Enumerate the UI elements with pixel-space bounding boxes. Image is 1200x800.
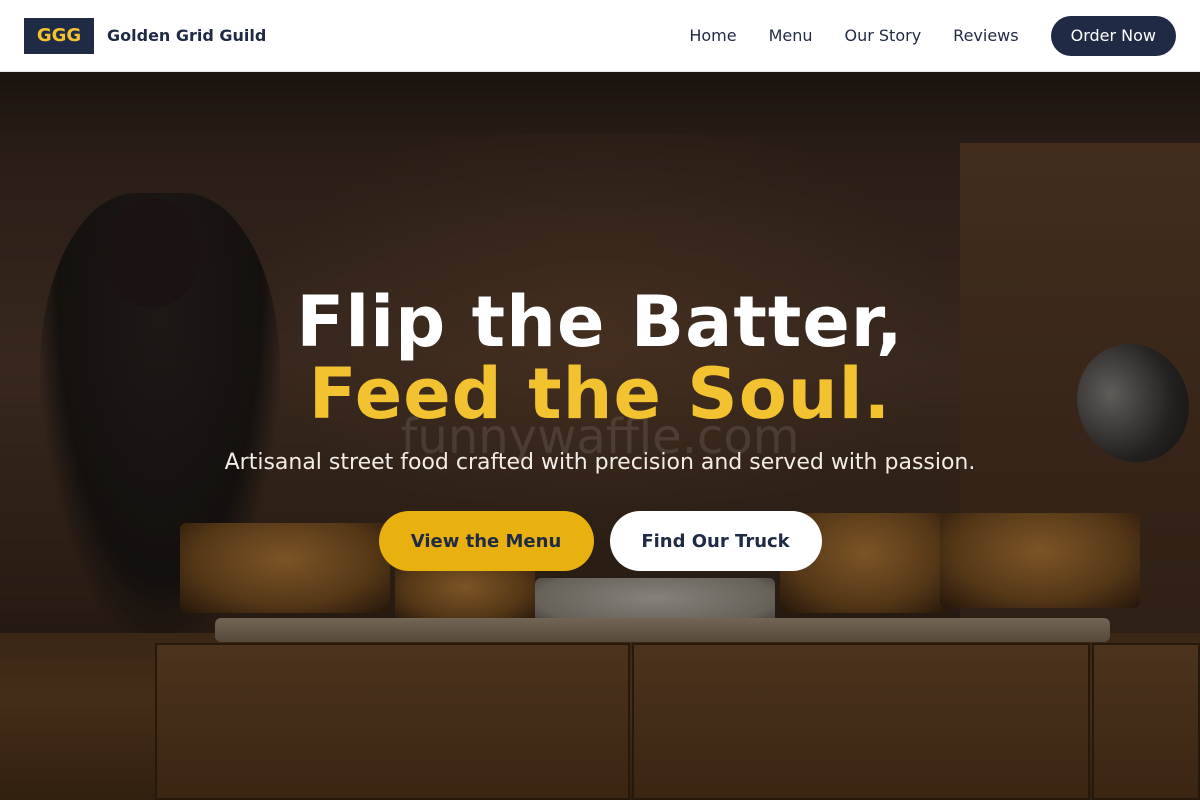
nav-link-menu[interactable]: Menu xyxy=(769,26,813,45)
hero-headline: Flip the Batter, Feed the Soul. xyxy=(0,286,1200,430)
nav-links: Home Menu Our Story Reviews Order Now xyxy=(689,15,1176,56)
order-now-button[interactable]: Order Now xyxy=(1050,15,1176,56)
find-truck-button[interactable]: Find Our Truck xyxy=(609,511,822,571)
headline-line-2: Feed the Soul. xyxy=(308,353,892,435)
hero-subtitle: Artisanal street food crafted with preci… xyxy=(224,450,976,475)
top-navigation: GGG Golden Grid Guild Home Menu Our Stor… xyxy=(0,0,1200,72)
nav-link-reviews[interactable]: Reviews xyxy=(953,26,1018,45)
view-menu-button[interactable]: View the Menu xyxy=(378,511,594,571)
headline-line-1: Flip the Batter, xyxy=(296,281,904,363)
brand-name[interactable]: Golden Grid Guild xyxy=(107,26,266,45)
nav-link-our-story[interactable]: Our Story xyxy=(845,26,922,45)
logo-badge[interactable]: GGG xyxy=(24,17,94,54)
hero-content: Flip the Batter, Feed the Soul. Artisana… xyxy=(0,286,1200,571)
hero-cta-row: View the Menu Find Our Truck xyxy=(0,511,1200,571)
nav-link-home[interactable]: Home xyxy=(689,26,736,45)
hero-section: funnywaffle.com Flip the Batter, Feed th… xyxy=(0,73,1200,800)
